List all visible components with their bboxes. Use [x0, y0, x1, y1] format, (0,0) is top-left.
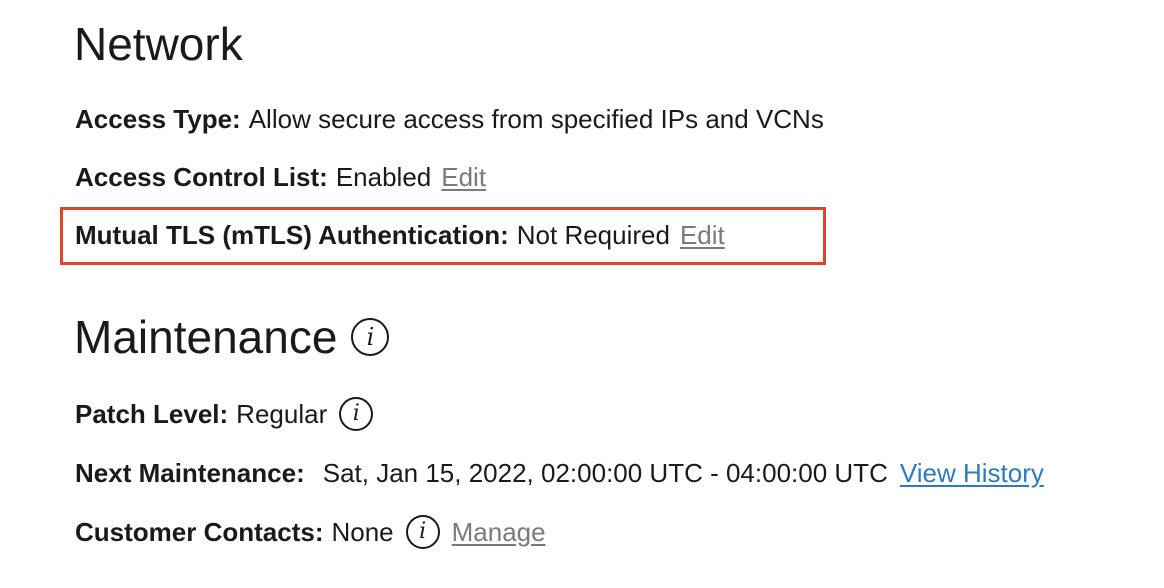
acl-label: Access Control List:	[75, 162, 328, 192]
details-page: Network Access Type: Allow secure access…	[0, 0, 1164, 588]
manage-contacts-link[interactable]: Manage	[452, 519, 546, 545]
customer-contacts-row: Customer Contacts: None i Manage	[75, 515, 546, 549]
patch-level-label: Patch Level:	[75, 399, 229, 429]
view-history-link[interactable]: View History	[900, 460, 1044, 486]
patch-level-row: Patch Level: Regular i	[75, 397, 374, 431]
acl-edit-link[interactable]: Edit	[441, 164, 486, 190]
acl-value: Enabled	[335, 162, 432, 192]
maintenance-info-icon[interactable]: i	[351, 318, 390, 356]
maintenance-title-text: Maintenance	[74, 311, 338, 363]
acl-row: Access Control List: Enabled Edit	[75, 164, 486, 190]
next-maintenance-label: Next Maintenance:	[75, 458, 305, 488]
mtls-edit-link[interactable]: Edit	[680, 222, 725, 248]
customer-contacts-value: None	[331, 517, 394, 547]
customer-contacts-info-icon[interactable]: i	[405, 515, 440, 549]
access-type-label: Access Type:	[75, 104, 241, 134]
mtls-label: Mutual TLS (mTLS) Authentication:	[75, 220, 509, 250]
access-type-value: Allow secure access from specified IPs a…	[248, 104, 824, 134]
customer-contacts-label: Customer Contacts:	[75, 517, 324, 547]
access-type-row: Access Type: Allow secure access from sp…	[75, 106, 824, 132]
mtls-value: Not Required	[516, 220, 670, 250]
next-maintenance-row: Next Maintenance: Sat, Jan 15, 2022, 02:…	[75, 460, 1044, 486]
maintenance-section-title: Maintenance i	[74, 311, 390, 363]
mtls-row: Mutual TLS (mTLS) Authentication: Not Re…	[75, 222, 725, 248]
next-maintenance-value: Sat, Jan 15, 2022, 02:00:00 UTC - 04:00:…	[322, 458, 888, 488]
network-section-title: Network	[74, 18, 243, 70]
patch-level-value: Regular	[236, 399, 328, 429]
patch-level-info-icon[interactable]: i	[339, 397, 374, 431]
